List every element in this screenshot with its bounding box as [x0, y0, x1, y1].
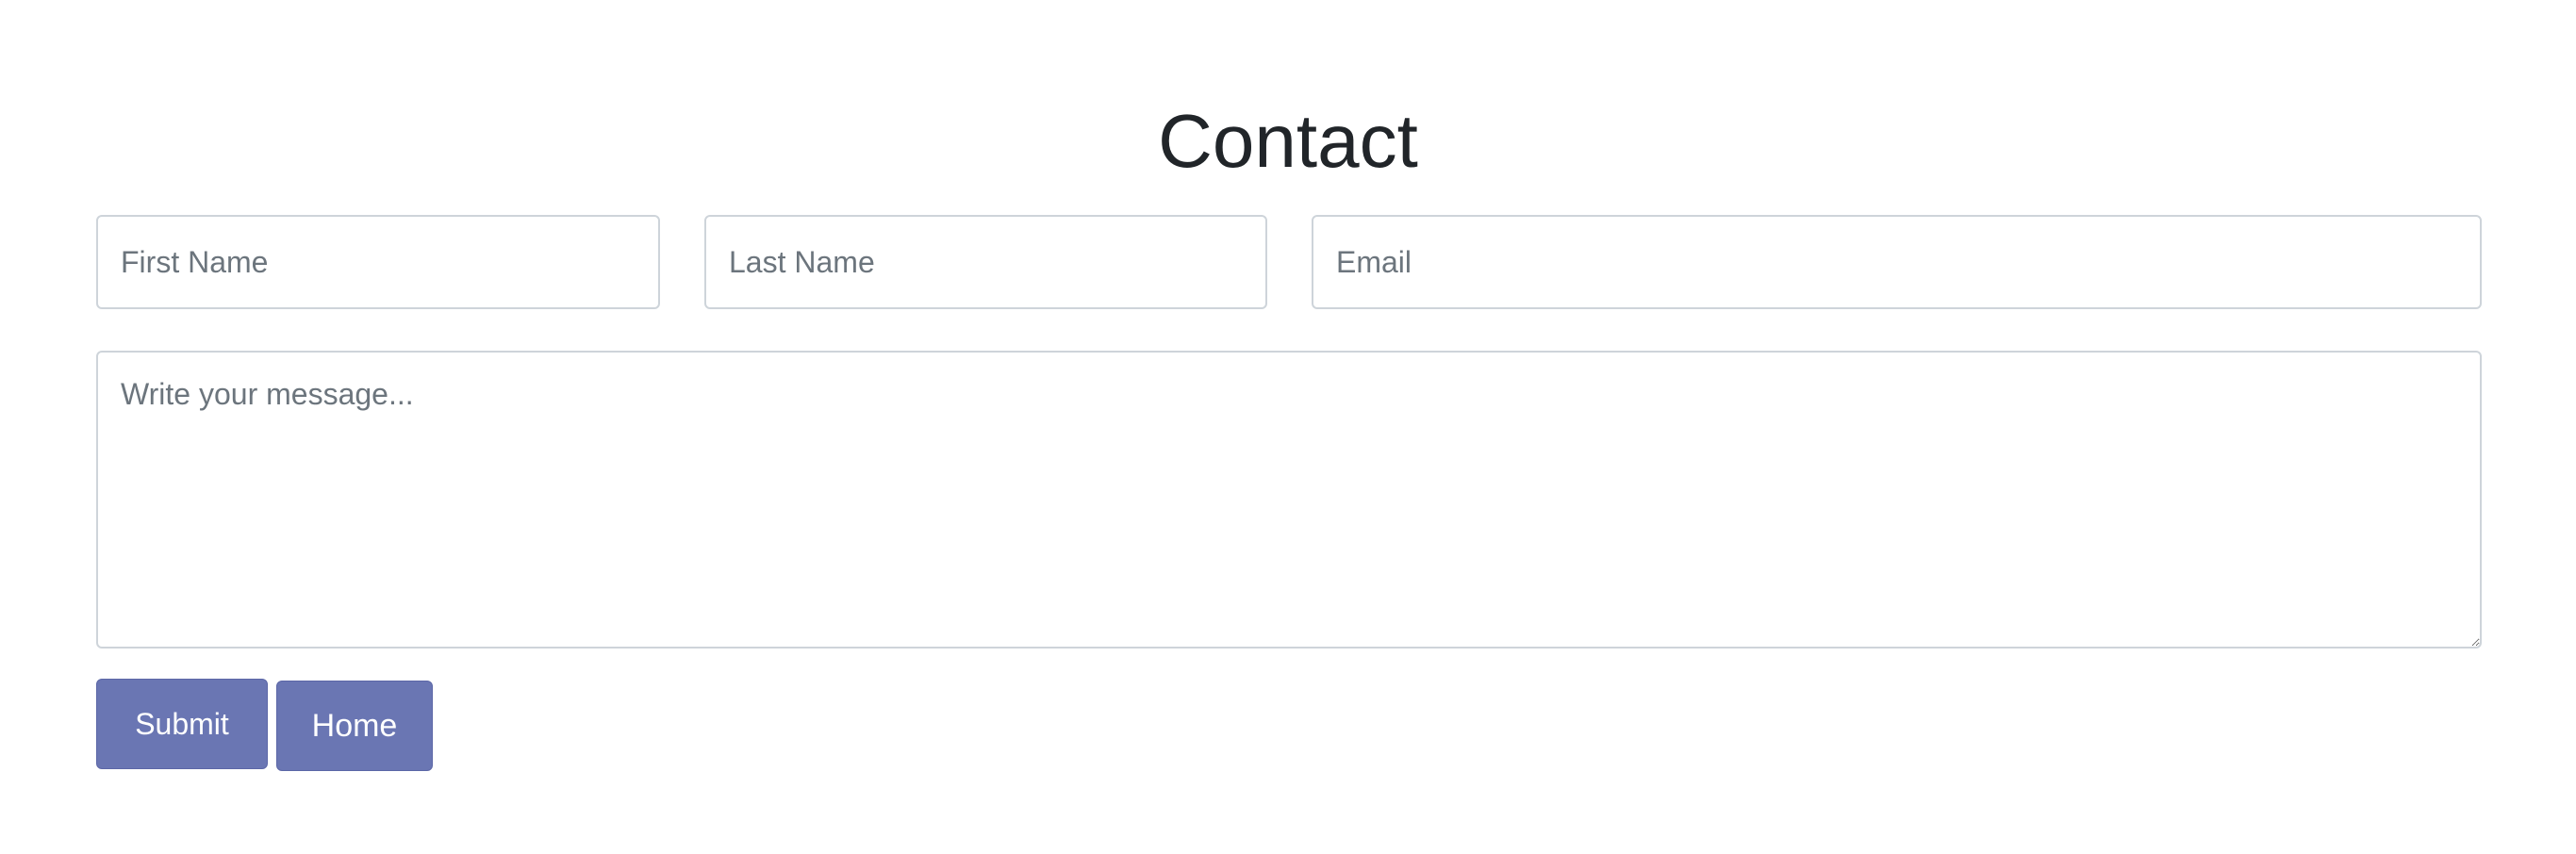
- email-input[interactable]: [1312, 215, 2482, 309]
- last-name-input[interactable]: [704, 215, 1267, 309]
- message-textarea[interactable]: [96, 351, 2482, 649]
- page-title: Contact: [1158, 99, 1418, 183]
- home-button[interactable]: Home: [276, 681, 433, 771]
- first-name-input[interactable]: [96, 215, 660, 309]
- submit-button[interactable]: Submit: [96, 679, 268, 769]
